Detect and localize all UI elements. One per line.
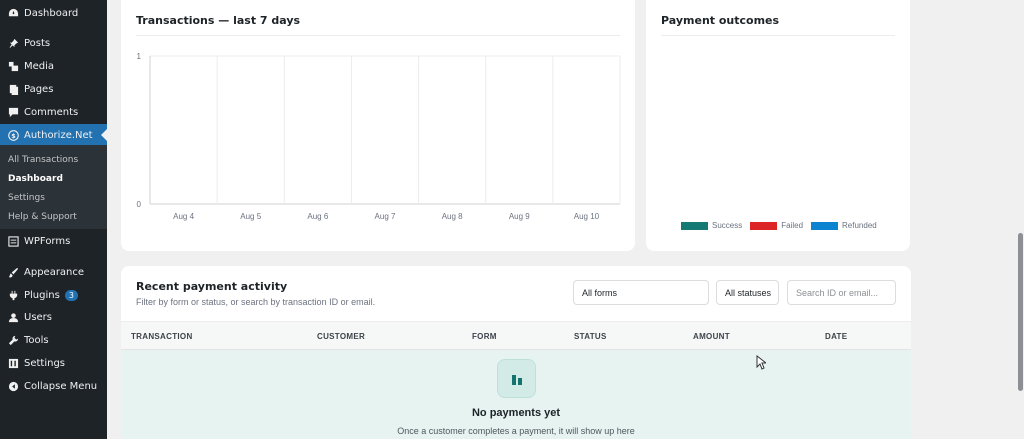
menu-label: Comments (24, 106, 79, 118)
wrench-icon (7, 334, 19, 346)
menu-label: Dashboard (24, 7, 79, 19)
menu-media[interactable]: Media (0, 55, 107, 77)
recent-activity-title: Recent payment activity (136, 280, 288, 293)
x-tick-label: Aug 9 (509, 212, 530, 221)
legend-success[interactable]: Success (681, 221, 742, 230)
admin-sidebar: Dashboard Posts Media Pages Comments $ A… (0, 0, 107, 439)
menu-label: WPForms (24, 235, 71, 247)
outcomes-legend: Success Failed Refunded (681, 221, 877, 230)
x-tick-label: Aug 10 (574, 212, 600, 221)
dollar-icon: $ (7, 129, 19, 141)
legend-refunded[interactable]: Refunded (811, 221, 877, 230)
empty-state-text: Once a customer completes a payment, it … (397, 426, 635, 436)
svg-text:$: $ (11, 131, 16, 139)
submenu-dashboard[interactable]: Dashboard (8, 174, 63, 184)
y-tick-label: 0 (137, 200, 142, 209)
menu-label: Appearance (24, 266, 85, 278)
menu-label: Posts (24, 37, 51, 49)
menu-appearance[interactable]: Appearance (0, 261, 107, 283)
x-tick-label: Aug 8 (442, 212, 463, 221)
mouse-cursor-icon (756, 355, 766, 370)
legend-failed[interactable]: Failed (750, 221, 803, 230)
legend-swatch (750, 221, 778, 230)
forms-filter-select[interactable]: All forms (573, 280, 709, 305)
outcomes-title: Payment outcomes (661, 14, 780, 27)
plugin-icon (7, 289, 19, 301)
menu-label: Authorize.Net (24, 129, 93, 141)
column-form[interactable]: FORM (472, 332, 497, 341)
empty-state-title: No payments yet (471, 407, 561, 419)
menu-tools[interactable]: Tools (0, 329, 107, 351)
x-tick-label: Aug 7 (375, 212, 396, 221)
menu-authorize-net[interactable]: $ Authorize.Net (0, 124, 107, 146)
menu-label: Pages (24, 83, 54, 95)
table-header: TRANSACTION CUSTOMER FORM STATUS AMOUNT … (121, 321, 911, 350)
status-filter-select[interactable]: All statuses (716, 280, 779, 305)
plugins-update-badge: 3 (64, 289, 78, 301)
page-scrollbar[interactable] (1018, 233, 1023, 391)
dashboard-icon (7, 7, 19, 19)
menu-settings[interactable]: Settings (0, 352, 107, 374)
recent-activity-subtitle: Filter by form or status, or search by t… (136, 297, 376, 307)
menu-pages[interactable]: Pages (0, 78, 107, 100)
card-divider (661, 35, 895, 36)
y-tick-label: 1 (137, 52, 142, 61)
x-tick-label: Aug 4 (173, 212, 194, 221)
submenu-all-transactions[interactable]: All Transactions (8, 155, 78, 165)
legend-swatch (681, 221, 708, 230)
submenu-settings[interactable]: Settings (8, 193, 45, 203)
column-transaction[interactable]: TRANSACTION (131, 332, 193, 341)
media-icon (7, 60, 19, 72)
submenu-help-support[interactable]: Help & Support (8, 212, 77, 222)
menu-label: Settings (24, 357, 66, 369)
x-tick-label: Aug 5 (240, 212, 261, 221)
menu-label: Plugins (24, 289, 60, 301)
users-icon (7, 311, 19, 323)
x-tick-label: Aug 6 (307, 212, 328, 221)
menu-posts[interactable]: Posts (0, 32, 107, 54)
column-date[interactable]: DATE (825, 332, 847, 341)
menu-wpforms[interactable]: WPForms (0, 230, 107, 252)
menu-users[interactable]: Users (0, 306, 107, 328)
menu-dashboard[interactable]: Dashboard (0, 2, 107, 24)
menu-collapse[interactable]: Collapse Menu (0, 375, 107, 397)
legend-swatch (811, 221, 839, 230)
legend-label: Success (712, 221, 743, 230)
menu-label: Collapse Menu (24, 380, 98, 392)
column-customer[interactable]: CUSTOMER (317, 332, 365, 341)
column-status[interactable]: STATUS (574, 332, 607, 341)
legend-label: Refunded (842, 221, 877, 230)
pin-icon (7, 37, 19, 49)
transactions-chart: 0 1 Aug 4 Aug 5 Aug 6 Aug 7 Aug 8 Aug 9 Aug 10 (137, 52, 621, 221)
menu-comments[interactable]: Comments (0, 101, 107, 123)
menu-label: Tools (24, 334, 49, 346)
menu-label: Users (24, 311, 53, 323)
column-amount[interactable]: AMOUNT (693, 332, 730, 341)
wpforms-icon (7, 235, 19, 247)
search-input[interactable]: Search ID or email... (787, 280, 896, 305)
settings-icon (7, 357, 19, 369)
bar-chart-icon (497, 359, 536, 398)
brush-icon (7, 266, 19, 278)
pages-icon (7, 83, 19, 95)
collapse-icon (7, 380, 19, 392)
menu-label: Media (24, 60, 55, 72)
legend-label: Failed (781, 221, 804, 230)
payment-outcomes-card: Payment outcomes (646, 0, 910, 251)
comments-icon (7, 106, 19, 118)
menu-plugins[interactable]: Plugins 3 (0, 284, 107, 306)
